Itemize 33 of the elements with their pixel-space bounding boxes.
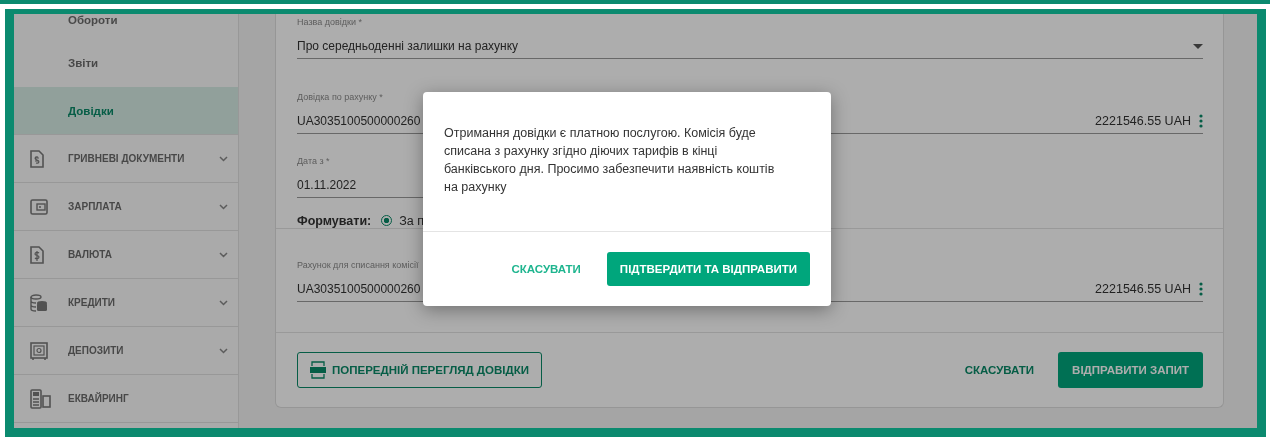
coins-icon [30,293,48,312]
kebab-menu-icon[interactable] [1199,114,1203,128]
sidebar-section[interactable]: ВАЛЮТА [68,249,219,260]
field-label: Назва довідки * [297,16,362,29]
amount-text: 2221546.55 UAH [1095,282,1191,296]
preview-button[interactable]: ПОПЕРЕДНІЙ ПЕРЕГЛЯД ДОВІДКИ [297,352,542,388]
document-icon [30,149,44,168]
select-field[interactable]: Про середньоденні залишки на рахунку [297,34,1203,59]
amount-text: 2221546.55 UAH [1095,114,1191,128]
sidebar-section[interactable]: ДЕПОЗИТИ [68,345,219,356]
generate-label: Формувати: [297,213,372,228]
sidebar-item[interactable]: Довідки [14,87,238,135]
dollar-document-icon [30,245,44,264]
terminal-icon [30,388,52,409]
field-label: Довідка по рахунку * [297,91,383,104]
radio-label: За п [399,213,424,228]
cancel-button[interactable]: СКАСУВАТИ [960,352,1039,388]
radio-button[interactable] [381,215,393,226]
field-label: Дата з * [297,155,330,168]
sidebar-section[interactable]: КРЕДИТИ [68,297,219,308]
submit-button[interactable]: ВІДПРАВИТИ ЗАПИТ [1058,352,1203,388]
sidebar-section[interactable]: ЕКВАЙРИНГ [68,393,228,404]
wallet-icon [30,198,48,215]
safe-icon [30,341,48,360]
sidebar-item[interactable]: Обороти [14,14,238,39]
field-label: Рахунок для списання комісії [297,259,419,272]
confirm-button[interactable]: ПІДТВЕРДИТИ ТА ВІДПРАВИТИ [606,252,810,286]
sidebar-item[interactable]: Звіти [14,39,238,87]
sidebar-section[interactable]: ГРИВНЕВІ ДОКУМЕНТИ [68,153,219,164]
sidebar-section[interactable]: ЗАРПЛАТА [68,201,219,212]
dropdown-arrow-icon [1193,43,1203,49]
kebab-menu-icon[interactable] [1199,282,1203,296]
dialog-message: Отримання довідки є платною послугою. Комісія буде списана з рахунку згідно діючих тарифів в кінці банківського дня. Просимо забезпечити наявність коштів на рахунку [443,125,776,196]
